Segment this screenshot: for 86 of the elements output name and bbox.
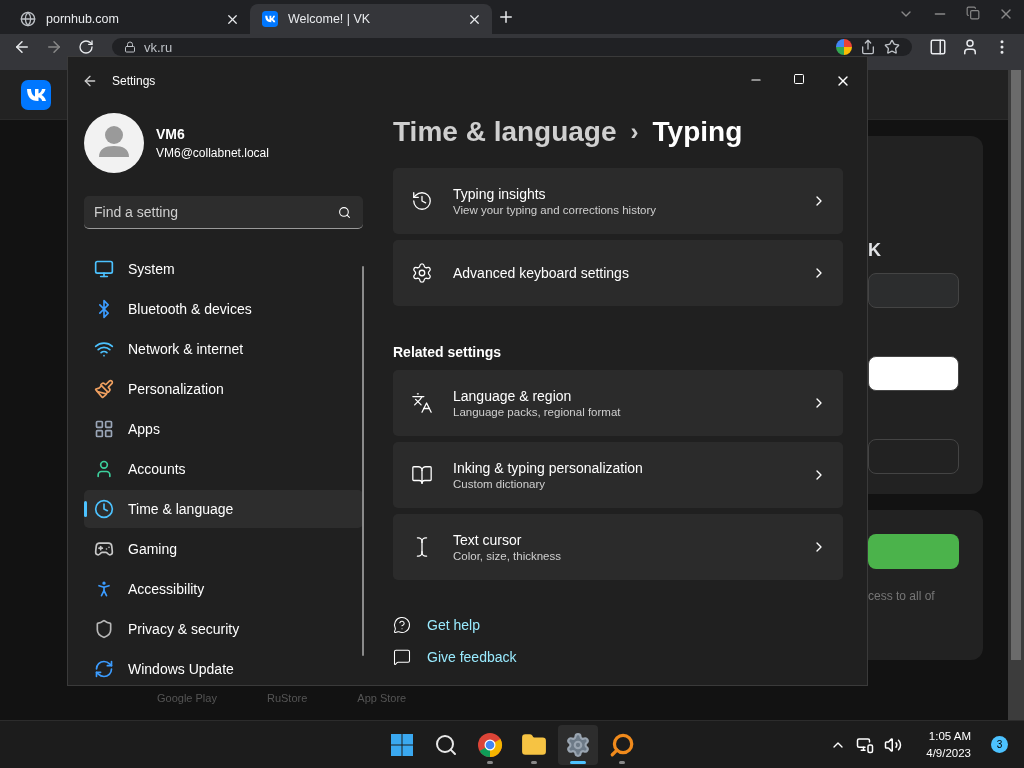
- gear-icon: [411, 262, 433, 284]
- help-link[interactable]: Get help: [427, 617, 480, 633]
- restore-icon[interactable]: [966, 6, 980, 20]
- setting-card[interactable]: Language & region Language packs, regional format: [393, 370, 843, 436]
- feedback-icon: [393, 648, 411, 666]
- setting-card[interactable]: Typing insights View your typing and corrections history: [393, 168, 843, 234]
- search-field[interactable]: Find a setting: [84, 196, 363, 229]
- breadcrumb-separator: ›: [630, 118, 639, 146]
- page-title: Typing: [652, 116, 743, 148]
- nav-item[interactable]: Gaming: [84, 530, 363, 568]
- nav-item[interactable]: Accounts: [84, 450, 363, 488]
- magnifier-icon: [609, 731, 635, 758]
- search-icon: [434, 732, 458, 757]
- card-subtitle: Custom dictionary: [453, 478, 547, 490]
- apps-icon: [94, 419, 114, 439]
- card-title: Inking & typing personalization: [453, 460, 644, 476]
- search-icon[interactable]: [338, 206, 351, 219]
- setting-card[interactable]: Inking & typing personalization Custom dictionary: [393, 442, 843, 508]
- wifi-icon: [94, 339, 114, 359]
- volume-icon[interactable]: [884, 735, 903, 754]
- person-icon: [94, 459, 114, 479]
- card-subtitle: Color, size, thickness: [453, 550, 562, 562]
- avatar-icon[interactable]: [84, 113, 144, 173]
- card-subtitle: View your typing and corrections history: [453, 204, 658, 216]
- windows-icon: [390, 732, 414, 757]
- address-bar[interactable]: vk.ru: [112, 38, 912, 56]
- maximize-icon[interactable]: [793, 73, 805, 85]
- browser-tab[interactable]: pornhub.com: [8, 4, 250, 34]
- browser-tab[interactable]: Welcome! | VK: [250, 4, 492, 34]
- monitor-icon: [94, 259, 114, 279]
- gamepad-icon: [94, 539, 114, 559]
- back-icon[interactable]: [82, 73, 98, 89]
- card-subtitle: Language packs, regional format: [453, 406, 622, 418]
- window-title: Settings: [112, 74, 156, 88]
- nav-item[interactable]: Windows Update: [84, 650, 363, 688]
- taskbar-app[interactable]: [558, 724, 598, 765]
- folder-icon: [521, 731, 547, 758]
- vk-logo-icon[interactable]: [21, 79, 51, 110]
- card-heading: K: [868, 240, 882, 262]
- setting-card[interactable]: Advanced keyboard settings: [393, 240, 843, 306]
- star-icon[interactable]: [884, 39, 900, 55]
- gear-icon: [565, 731, 591, 758]
- google-icon[interactable]: [836, 39, 852, 55]
- card-title: Advanced keyboard settings: [453, 265, 630, 281]
- share-icon[interactable]: [860, 39, 876, 55]
- login-field[interactable]: [868, 273, 959, 308]
- reload-icon[interactable]: [78, 39, 94, 55]
- nav-item[interactable]: Apps: [84, 410, 363, 448]
- scrollbar[interactable]: [1008, 70, 1024, 720]
- user-email: VM6@collabnet.local: [156, 146, 269, 160]
- refresh-icon: [94, 659, 114, 679]
- sign-in-button[interactable]: [868, 356, 959, 391]
- card-title: Text cursor: [453, 532, 523, 548]
- section-heading: Related settings: [393, 344, 503, 360]
- globe-icon: [20, 11, 36, 27]
- person-icon[interactable]: [961, 38, 979, 56]
- nav-item[interactable]: Time & language: [84, 490, 363, 528]
- user-name: VM6: [156, 126, 186, 142]
- network-icon[interactable]: [856, 735, 875, 754]
- help-icon: [393, 616, 411, 634]
- nav-item[interactable]: Personalization: [84, 370, 363, 408]
- card-text: cess to all of: [868, 589, 936, 603]
- breadcrumb-parent[interactable]: Time & language: [393, 116, 617, 148]
- plus-icon[interactable]: [497, 8, 515, 26]
- nav-item[interactable]: Bluetooth & devices: [84, 290, 363, 328]
- card-title: Language & region: [453, 388, 573, 404]
- nav-item[interactable]: Accessibility: [84, 570, 363, 608]
- forward-arrow-icon[interactable]: [45, 38, 63, 56]
- shield-icon: [94, 619, 114, 639]
- book-icon: [411, 464, 433, 486]
- card-title: Typing insights: [453, 186, 547, 202]
- history-icon: [411, 190, 433, 212]
- side-panel-icon[interactable]: [929, 38, 947, 56]
- setting-card[interactable]: Text cursor Color, size, thickness: [393, 514, 843, 580]
- help-link[interactable]: Give feedback: [427, 649, 517, 665]
- nav-item[interactable]: Network & internet: [84, 330, 363, 368]
- notification-badge[interactable]: 3: [991, 736, 1008, 753]
- brush-icon: [94, 379, 114, 399]
- lock-icon: [124, 41, 136, 53]
- vk-logo-icon: [262, 11, 278, 27]
- nav-item[interactable]: System: [84, 250, 363, 288]
- language-icon: [411, 392, 433, 414]
- chrome-icon: [477, 731, 503, 758]
- clock-icon: [94, 499, 114, 519]
- clock[interactable]: 1:05 AM 4/9/2023: [926, 727, 971, 762]
- nav-item[interactable]: Privacy & security: [84, 610, 363, 648]
